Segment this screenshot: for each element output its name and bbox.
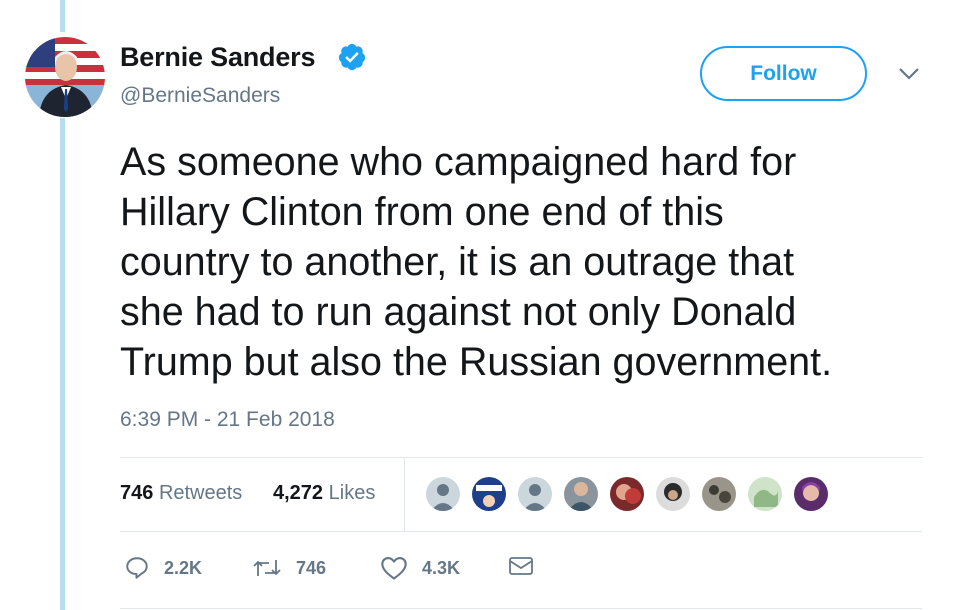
liker-avatar[interactable] (470, 475, 508, 513)
tweet-text-line: As someone who campaigned hard for (120, 140, 797, 184)
retweets-count: 746 (120, 482, 154, 504)
tweet-text-line: she had to run against not only Donald (120, 290, 797, 334)
liker-avatar[interactable] (516, 475, 554, 513)
tweet-text-line: Trump but also the Russian government. (120, 340, 833, 384)
likes-label: Likes (328, 482, 376, 504)
liker-avatar[interactable] (700, 475, 738, 513)
tweet-timestamp[interactable]: 6:39 PM - 21 Feb 2018 (120, 408, 335, 432)
like-count: 4.3K (422, 557, 461, 578)
stats-divider-top (120, 457, 922, 458)
stats-vertical-divider (404, 458, 405, 531)
tweet-text-line: Hillary Clinton from one end of this (120, 190, 724, 234)
reply-icon (126, 557, 148, 579)
tweet-text: As someone who campaigned hard for Hilla… (120, 137, 960, 387)
retweet-icon (253, 560, 281, 576)
retweet-count: 746 (296, 557, 327, 578)
liker-avatar[interactable] (746, 475, 784, 513)
liker-avatar[interactable] (562, 475, 600, 513)
stats-divider-bottom (120, 531, 922, 532)
likes-count: 4,272 (273, 482, 324, 504)
thread-connector-bottom (60, 118, 65, 610)
retweet-action[interactable]: 746 (252, 555, 326, 581)
reply-count: 2.2K (164, 557, 203, 578)
author-avatar[interactable] (25, 37, 105, 117)
likes-stat[interactable]: 4,272 Likes (273, 482, 375, 505)
tweet-text-line: country to another, it is an outrage tha… (120, 240, 795, 284)
liker-avatars (424, 475, 838, 515)
like-action[interactable]: 4.3K (380, 555, 460, 581)
retweets-label: Retweets (158, 482, 243, 504)
thread-connector-top (60, 0, 65, 32)
liker-avatar[interactable] (424, 475, 462, 513)
actions-divider-bottom (120, 608, 922, 609)
liker-avatar[interactable] (792, 475, 830, 513)
verified-badge-icon (338, 43, 366, 71)
chevron-down-icon[interactable] (898, 66, 920, 82)
envelope-icon (509, 557, 533, 575)
follow-button[interactable]: Follow (700, 46, 867, 101)
direct-message-action[interactable] (508, 555, 534, 577)
heart-icon (381, 557, 407, 580)
reply-action[interactable]: 2.2K (124, 555, 202, 581)
retweets-stat[interactable]: 746 Retweets (120, 482, 242, 505)
liker-avatar[interactable] (608, 475, 646, 513)
author-handle[interactable]: @BernieSanders (120, 84, 280, 108)
author-name[interactable]: Bernie Sanders (120, 42, 315, 73)
liker-avatar[interactable] (654, 475, 692, 513)
